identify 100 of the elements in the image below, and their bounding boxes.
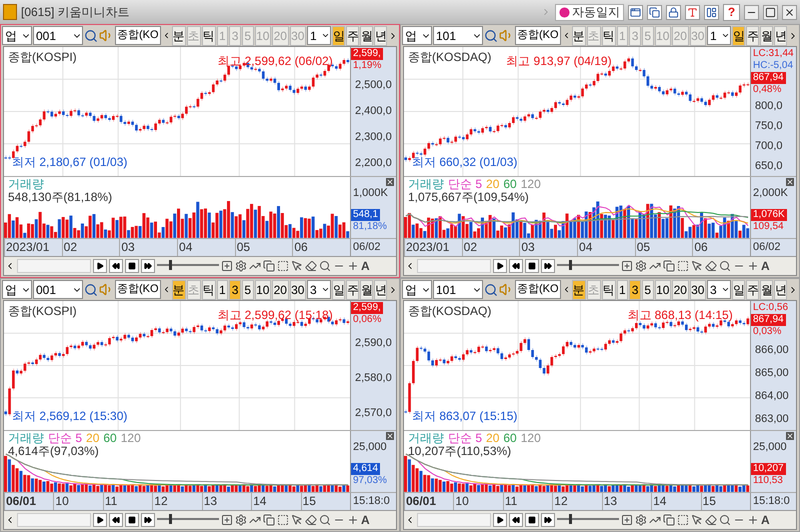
search-icon[interactable]: [719, 514, 731, 526]
rewind-icon[interactable]: [509, 259, 523, 273]
plus-icon[interactable]: [747, 514, 759, 526]
indicator-icon[interactable]: [249, 260, 261, 272]
toolbar-toggle[interactable]: 년: [374, 26, 387, 46]
toolbar-toggle[interactable]: 주: [746, 26, 759, 46]
stop-icon[interactable]: [525, 259, 539, 273]
search-icon[interactable]: [319, 514, 331, 526]
toolbar-toggle[interactable]: 일: [332, 26, 345, 46]
selection-icon[interactable]: [677, 260, 689, 272]
copy-icon[interactable]: [647, 4, 662, 20]
play-icon[interactable]: [93, 259, 107, 273]
play-icon[interactable]: [93, 513, 107, 527]
fast-forward-icon[interactable]: [541, 259, 555, 273]
code-field[interactable]: 001: [33, 26, 83, 45]
toolbar-toggle[interactable]: 5: [642, 280, 654, 300]
toolbar-toggle[interactable]: 년: [374, 280, 387, 300]
toolbar-toggle[interactable]: 분: [172, 280, 186, 300]
period-dropdown[interactable]: 1: [706, 26, 731, 45]
market-dropdown[interactable]: 업: [2, 26, 32, 45]
font-button[interactable]: A: [761, 259, 770, 273]
settings-icon[interactable]: [235, 514, 247, 526]
zoom-slider[interactable]: [557, 260, 619, 272]
selection-icon[interactable]: [677, 514, 689, 526]
play-icon[interactable]: [493, 259, 507, 273]
maximize-icon[interactable]: [763, 4, 778, 20]
indicator-icon[interactable]: [649, 260, 661, 272]
pointer-icon[interactable]: [291, 260, 303, 272]
toolbar-toggle[interactable]: 월: [360, 280, 373, 300]
font-button[interactable]: A: [361, 513, 370, 527]
settings-icon[interactable]: [235, 260, 247, 272]
code-field[interactable]: 001: [33, 280, 83, 299]
lock-icon[interactable]: [666, 4, 681, 20]
fast-forward-icon[interactable]: [541, 513, 555, 527]
toolbar-toggle[interactable]: 3: [229, 280, 241, 300]
rewind-icon[interactable]: [509, 513, 523, 527]
add-chart-icon[interactable]: [221, 260, 233, 272]
search-icon[interactable]: [484, 28, 498, 42]
toolbar-toggle[interactable]: 5: [242, 280, 254, 300]
toolbar-toggle[interactable]: 월: [760, 280, 773, 300]
font-button[interactable]: A: [361, 259, 370, 273]
play-icon[interactable]: [493, 513, 507, 527]
eraser-icon[interactable]: [705, 514, 717, 526]
market-dropdown[interactable]: 업: [2, 280, 32, 299]
layout-icon[interactable]: [704, 4, 719, 20]
slider-thumb[interactable]: [169, 514, 172, 524]
market-dropdown[interactable]: 업: [402, 26, 432, 45]
toolbar-toggle[interactable]: 분: [572, 26, 586, 46]
period-dropdown[interactable]: 1: [306, 26, 331, 45]
stop-icon[interactable]: [125, 259, 139, 273]
selection-icon[interactable]: [277, 260, 289, 272]
eraser-icon[interactable]: [305, 260, 317, 272]
minimize-icon[interactable]: [744, 4, 759, 20]
zoom-slider[interactable]: [157, 514, 219, 526]
period-dropdown[interactable]: 3: [306, 280, 331, 299]
toolbar-toggle[interactable]: 주: [346, 280, 359, 300]
zoom-slider[interactable]: [157, 260, 219, 272]
pointer-icon[interactable]: [291, 514, 303, 526]
auto-journal-button[interactable]: 자동일지: [555, 4, 624, 20]
fast-forward-icon[interactable]: [141, 259, 155, 273]
toolbar-toggle[interactable]: 주: [346, 26, 359, 46]
eraser-icon[interactable]: [305, 514, 317, 526]
copy-icon[interactable]: [663, 260, 675, 272]
toolbar-toggle[interactable]: 3: [629, 280, 641, 300]
add-chart-icon[interactable]: [221, 514, 233, 526]
search-icon[interactable]: [84, 282, 98, 296]
add-chart-icon[interactable]: [621, 514, 633, 526]
toolbar-toggle[interactable]: 20: [272, 280, 288, 300]
toolbar-toggle[interactable]: 틱: [202, 280, 216, 300]
code-field[interactable]: 101: [433, 26, 483, 45]
toolbar-toggle[interactable]: 일: [732, 26, 745, 46]
search-icon[interactable]: [484, 282, 498, 296]
slider-thumb[interactable]: [569, 514, 572, 524]
toolbar-toggle[interactable]: 틱: [202, 26, 216, 46]
search-icon[interactable]: [319, 260, 331, 272]
eraser-icon[interactable]: [705, 260, 717, 272]
toolbar-toggle[interactable]: 1: [616, 280, 628, 300]
selection-icon[interactable]: [277, 514, 289, 526]
toolbar-toggle[interactable]: 일: [332, 280, 345, 300]
copy-icon[interactable]: [263, 260, 275, 272]
copy-icon[interactable]: [663, 514, 675, 526]
pointer-icon[interactable]: [691, 260, 703, 272]
rewind-icon[interactable]: [109, 513, 123, 527]
settings-icon[interactable]: [635, 260, 647, 272]
toolbar-toggle[interactable]: 주: [746, 280, 759, 300]
toolbar-toggle[interactable]: 틱: [602, 280, 616, 300]
rewind-icon[interactable]: [109, 259, 123, 273]
toolbar-toggle[interactable]: 년: [774, 280, 787, 300]
pointer-icon[interactable]: [691, 514, 703, 526]
fast-forward-icon[interactable]: [141, 513, 155, 527]
stop-icon[interactable]: [125, 513, 139, 527]
close-icon[interactable]: [782, 4, 797, 20]
market-dropdown[interactable]: 업: [402, 280, 432, 299]
stop-icon[interactable]: [525, 513, 539, 527]
font-button[interactable]: A: [761, 513, 770, 527]
period-dropdown[interactable]: 3: [706, 280, 731, 299]
plus-icon[interactable]: [747, 260, 759, 272]
slider-thumb[interactable]: [169, 260, 172, 270]
toolbar-toggle[interactable]: 1: [216, 280, 228, 300]
search-icon[interactable]: [84, 28, 98, 42]
